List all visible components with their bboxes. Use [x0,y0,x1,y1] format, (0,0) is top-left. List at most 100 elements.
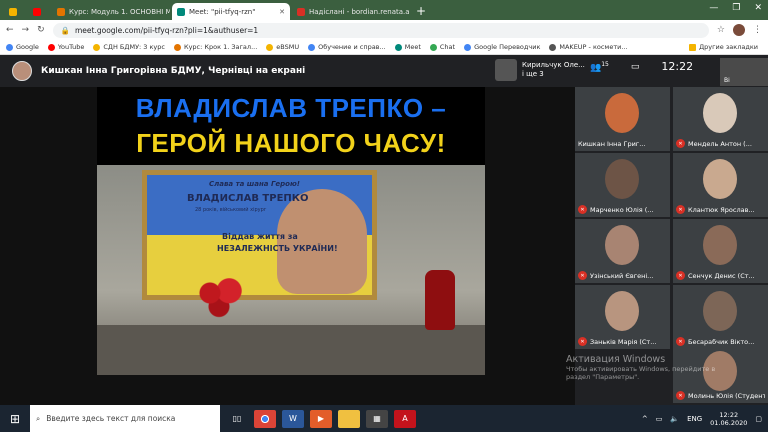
meeting-clock: 12:22 [661,60,694,73]
folder-icon [689,43,697,51]
participant-tile[interactable]: ✕ Марченко Юлія (... [575,153,670,217]
tab-meet[interactable]: Meet: "pii-tfyq-rzn" ✕ [172,3,290,20]
mic-off-icon: ✕ [676,271,685,280]
mic-off-icon: ✕ [676,337,685,346]
candle-lamp [425,270,455,330]
bookmark-icon [549,43,557,51]
close-icon[interactable]: ✕ [279,8,285,16]
participant-tile[interactable]: Кишкан Інна Григ... [575,87,670,151]
windows-icon: ⊞ [9,411,21,426]
roses [192,275,252,320]
frame-subtitle: 28 років, військовий хірург [195,207,267,213]
close-window-icon[interactable]: ✕ [754,3,762,13]
bookmark-item[interactable]: YouTube [47,43,84,51]
address-bar: ← → ↻ 🔒 meet.google.com/pii-tfyq-rzn?pli=… [0,20,768,40]
tab-1[interactable] [28,3,50,20]
network-icon[interactable]: ▭ [656,415,663,423]
menu-icon[interactable]: ⋮ [753,25,762,35]
participant-tile[interactable]: ✕ Узінський Євгені... [575,219,670,283]
participant-name: Сенчук Денис (Ст... [688,271,755,280]
new-tab-button[interactable]: + [416,3,426,20]
bookmark-item[interactable]: Курс: Крок 1. Загал... [173,43,257,51]
pinned-sub: і ще 3 [522,70,544,78]
drive-icon [9,7,17,16]
mic-off-icon: ✕ [578,271,587,280]
url-input[interactable]: 🔒 meet.google.com/pii-tfyq-rzn?pli=1&auth… [52,22,709,38]
acrobat-icon[interactable]: A [394,409,416,428]
chat-icon[interactable]: ▭ [631,62,640,72]
bookmark-item[interactable]: Chat [429,43,455,51]
participant-label: ✕Молинь Юлія (Студент БД... [676,391,765,400]
media-player-icon[interactable]: ▶ [310,409,332,428]
participants-button[interactable]: 👥15 [590,61,609,73]
back-icon[interactable]: ← [6,25,14,35]
bookmark-item[interactable]: Обучение и справ... [308,43,386,51]
bookmark-item[interactable]: Google Переводчик [464,43,540,51]
participant-name: Кишкан Інна Григ... [578,140,646,148]
pinned-participants[interactable]: Кирильчук Оле... і ще 3 [495,59,585,81]
bookmark-folder[interactable]: Другие закладки [689,43,758,51]
avatar [495,59,517,81]
star-icon[interactable]: ☆ [717,25,725,35]
notification-icon[interactable]: ▢ [755,415,762,423]
participant-tile[interactable]: ✕ Клантюк Ярослав... [673,153,768,217]
mic-off-icon: ✕ [578,205,587,214]
participant-video [605,225,639,265]
tab-label: Meet: "pii-tfyq-rzn" [189,7,256,16]
meet-icon [177,7,185,16]
participant-tile[interactable]: ✕ Заньків Марія (Ст... [575,285,670,349]
forward-icon[interactable]: → [22,25,30,35]
bookmark-icon [6,43,13,51]
taskbar-search[interactable]: ⌕ Введите здесь текст для поиска [30,405,220,432]
bookmarks-bar: Google YouTube СДН БДМУ: 3 курс Курс: Кр… [0,40,768,55]
participant-video [605,93,639,133]
file-explorer-icon[interactable] [338,409,360,428]
chrome-icon[interactable] [254,409,276,428]
participant-video [605,159,639,199]
participant-tile[interactable]: ✕ Бесарабчик Вікто... [673,285,768,349]
search-placeholder: Введите здесь текст для поиска [46,414,176,423]
tab-0[interactable] [4,3,26,20]
people-icon: 👥 [590,62,602,73]
profile-icon[interactable] [733,24,745,36]
participant-tile[interactable]: ✕ Сенчук Денис (Ст... [673,219,768,283]
lock-icon: 🔒 [60,25,70,35]
bookmark-icon [266,43,274,51]
participant-name: Заньків Марія (Ст... [590,337,657,346]
bookmark-item[interactable]: eBSMU [266,43,299,51]
bookmark-item[interactable]: Meet [394,43,421,51]
bookmark-icon [464,43,472,51]
frame-header: Слава та шана Герою! [209,180,300,188]
gmail-icon [297,7,305,16]
bookmark-icon [173,43,181,51]
self-view[interactable]: Ві [720,58,768,86]
start-button[interactable]: ⊞ [0,405,30,432]
reload-icon[interactable]: ↻ [37,25,45,35]
bookmark-item[interactable]: Google [6,43,39,51]
maximize-icon[interactable]: ❐ [732,3,740,13]
volume-icon[interactable]: 🔈 [670,415,679,423]
windows-activation-watermark: Активация Windows Чтобы активировать Win… [566,355,715,382]
bookmark-item[interactable]: СДН БДМУ: 3 курс [93,43,165,51]
calculator-icon[interactable]: ▦ [366,409,388,428]
participant-video [605,291,639,331]
bookmark-icon [394,43,402,51]
participant-tile[interactable]: ✕ Мендель Антон (... [673,87,768,151]
word-icon[interactable]: W [282,409,304,428]
tab-course[interactable]: Курс: Модуль 1. ОСНОВНІ МЕТ✕ [52,3,170,20]
window-controls: — ❐ ✕ [709,3,762,13]
chevron-up-icon[interactable]: ^ [642,415,648,423]
portrait [277,189,367,294]
bookmark-item[interactable]: MAKEUP - космети... [549,43,628,51]
minimize-icon[interactable]: — [709,3,718,13]
participant-name: Бесарабчик Вікто... [688,337,755,346]
participants-count: 15 [601,60,609,68]
task-view-icon[interactable]: ▯▯ [226,410,248,428]
language-indicator[interactable]: ENG [687,415,702,423]
participant-name: Узінський Євгені... [590,271,654,280]
clock[interactable]: 12:22 01.06.2020 [710,411,747,427]
memorial-photo: Слава та шана Герою! ВЛАДИСЛАВ ТРЕПКО 28… [97,165,485,375]
tab-gmail[interactable]: Надіслані - bordian.renata.ana✕ [292,3,410,20]
mic-off-icon: ✕ [676,205,685,214]
participant-label: Кишкан Інна Григ... [578,140,667,148]
